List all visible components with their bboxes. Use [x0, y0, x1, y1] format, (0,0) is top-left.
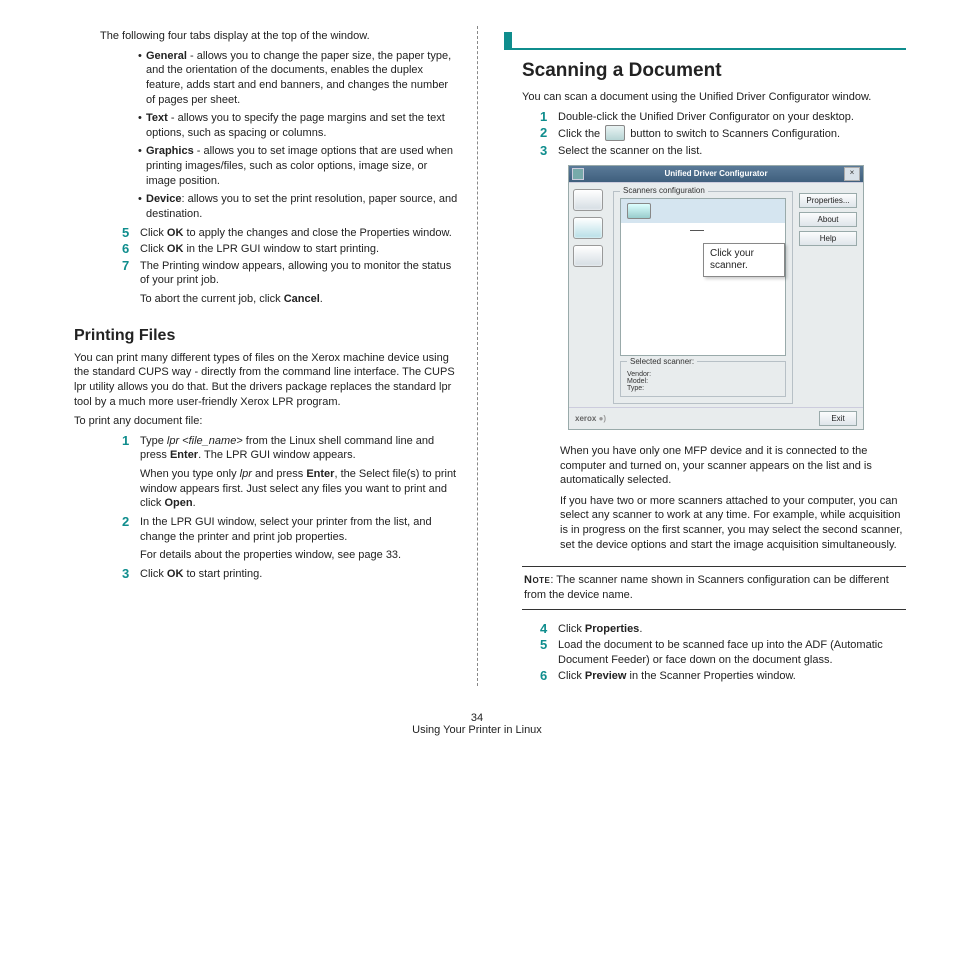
configurator-screenshot: Unified Driver Configurator × Scanners c…: [568, 165, 864, 430]
intro-tabs: The following four tabs display at the t…: [100, 29, 459, 44]
scan-intro: You can scan a document using the Unifie…: [522, 90, 906, 105]
pf-step-1: 1 Type lpr <file_name> from the Linux sh…: [122, 434, 459, 463]
after-screenshot-p1: When you have only one MFP device and it…: [560, 444, 906, 488]
bullet-text: •Text - allows you to specify the page m…: [138, 111, 459, 140]
exit-button[interactable]: Exit: [819, 411, 857, 426]
chapter-footer: Using Your Printer in Linux: [0, 724, 954, 736]
bullet-device: •Device: allows you to set the print res…: [138, 192, 459, 221]
step-7-sub: To abort the current job, click Cancel.: [140, 292, 459, 307]
window-title: Unified Driver Configurator: [588, 169, 844, 178]
sys-icon: [572, 168, 584, 180]
vendor-label: Vendor:: [627, 371, 779, 378]
pf-lead: To print any document file:: [74, 414, 459, 429]
ports-icon[interactable]: [573, 245, 603, 267]
close-icon[interactable]: ×: [844, 167, 860, 181]
note-box: Note: The scanner name shown in Scanners…: [522, 566, 906, 609]
heading-scanning: Scanning a Document: [522, 60, 906, 82]
xerox-logo: xerox ●): [575, 414, 819, 423]
scanner-item-icon: [627, 203, 651, 219]
scan-step-1: 1Double-click the Unified Driver Configu…: [540, 110, 906, 125]
help-button[interactable]: Help: [799, 231, 857, 246]
about-button[interactable]: About: [799, 212, 857, 227]
pf-step-1-sub: When you type only lpr and press Enter, …: [140, 467, 459, 511]
properties-button[interactable]: Properties...: [799, 193, 857, 208]
step-7: 7 The Printing window appears, allowing …: [122, 259, 459, 288]
scan-step-3: 3Select the scanner on the list.: [540, 144, 906, 159]
pf-step-3: 3 Click OK to start printing.: [122, 567, 459, 582]
window-titlebar: Unified Driver Configurator ×: [569, 166, 863, 182]
pf-intro: You can print many different types of fi…: [74, 351, 459, 410]
selected-scanner-group: Selected scanner: Vendor: Model: Type:: [620, 361, 786, 397]
printers-icon[interactable]: [573, 189, 603, 211]
model-label: Model:: [627, 378, 779, 385]
scanner-list-item[interactable]: [621, 199, 785, 223]
group-label: Scanners configuration: [620, 186, 708, 195]
scanner-list[interactable]: Click your scanner.: [620, 198, 786, 356]
pf-step-2-sub: For details about the properties window,…: [140, 548, 459, 563]
scan-step-2: 2 Click the button to switch to Scanners…: [540, 126, 906, 142]
page-footer: 34 Using Your Printer in Linux: [0, 706, 954, 754]
tab-bullet-list: •General - allows you to change the pape…: [74, 49, 459, 222]
scanner-icon: [605, 125, 625, 141]
step-5: 5 Click OK to apply the changes and clos…: [122, 226, 459, 241]
after-screenshot-p2: If you have two or more scanners attache…: [560, 494, 906, 553]
step-6: 6 Click OK in the LPR GUI window to star…: [122, 242, 459, 257]
pf-step-2: 2 In the LPR GUI window, select your pri…: [122, 515, 459, 544]
bullet-general: •General - allows you to change the pape…: [138, 49, 459, 108]
scanners-icon[interactable]: [573, 217, 603, 239]
page-number: 34: [0, 712, 954, 724]
type-label: Type:: [627, 385, 779, 392]
callout-label: Click your scanner.: [703, 243, 785, 277]
scan-step-6: 6 Click Preview in the Scanner Propertie…: [540, 669, 906, 684]
category-sidebar: [569, 183, 613, 407]
scan-step-5: 5Load the document to be scanned face up…: [540, 638, 906, 667]
scan-step-4: 4 Click Properties.: [540, 622, 906, 637]
heading-printing-files: Printing Files: [74, 327, 459, 345]
bullet-graphics: •Graphics - allows you to set image opti…: [138, 144, 459, 188]
